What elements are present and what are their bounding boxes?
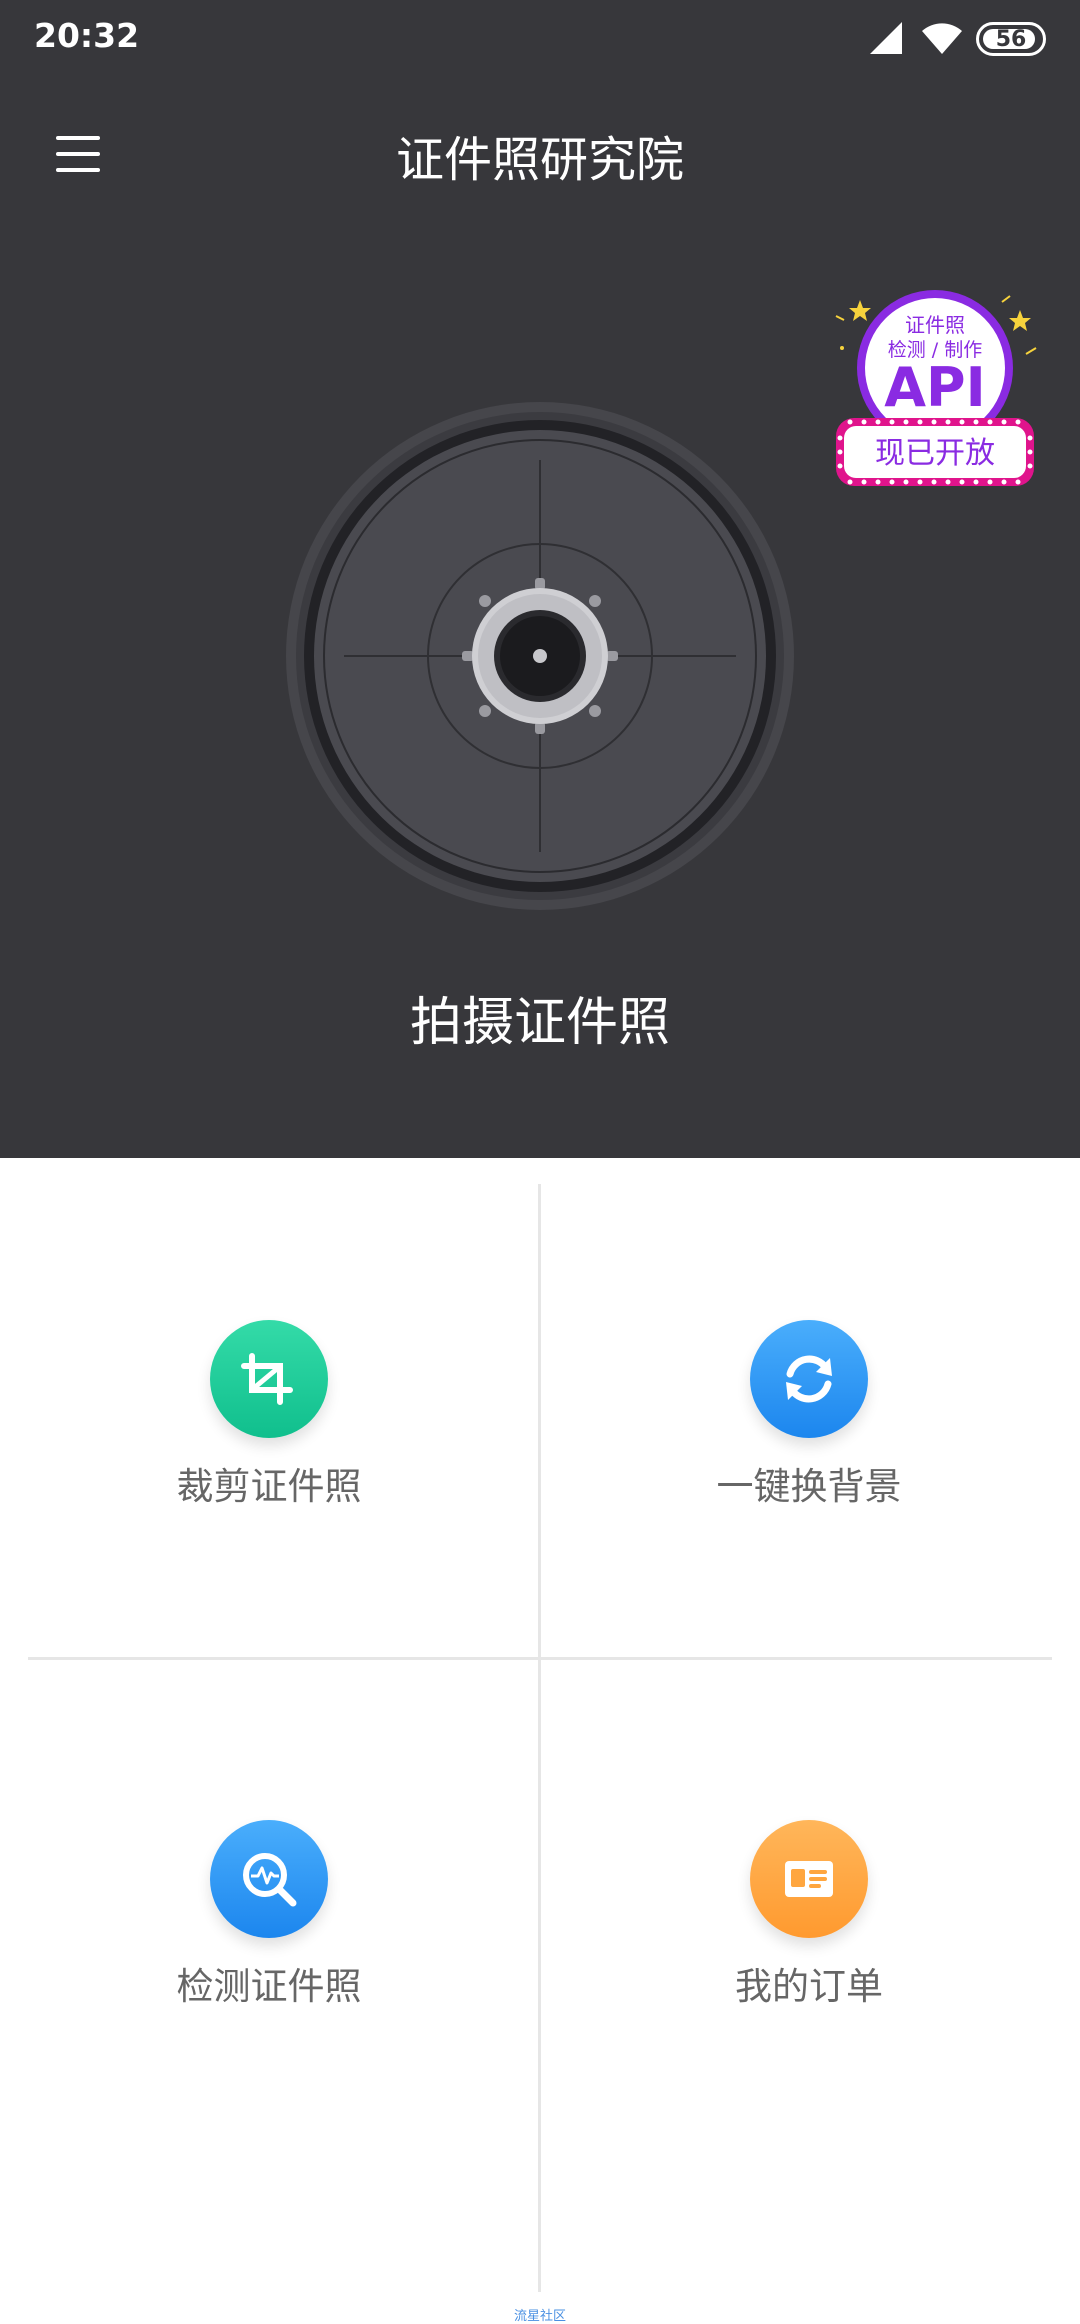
status-time: 20:32 xyxy=(34,16,140,55)
api-promo-badge[interactable]: 证件照 检测 / 制作 API 现已开放 xyxy=(830,288,1040,498)
status-bar: 20:32 56 xyxy=(0,0,1080,80)
refresh-icon xyxy=(750,1320,868,1438)
header-area: 20:32 56 证件照研究院 证件照 检测 / 制作 API 现已开放 拍摄证… xyxy=(0,0,1080,1158)
watermark-text: 流星社区 xyxy=(513,2309,566,2324)
camera-lens-icon[interactable] xyxy=(284,400,796,912)
id-card-icon xyxy=(750,1820,868,1938)
api-badge-line1: 证件照 xyxy=(905,313,965,337)
capture-photo-button[interactable]: 拍摄证件照 xyxy=(0,980,1080,1055)
feature-grid: 裁剪证件照 一键换背景 检测证件照 我的订单 流星社区 xyxy=(0,1158,1080,2324)
battery-level: 56 xyxy=(995,26,1027,52)
change-background-label: 一键换背景 xyxy=(716,1465,902,1508)
api-badge-line4: 现已开放 xyxy=(875,436,995,471)
detect-photo-label: 检测证件照 xyxy=(176,1965,362,2008)
my-orders-label: 我的订单 xyxy=(735,1965,883,2008)
my-orders-tile[interactable]: 我的订单 xyxy=(540,1820,1078,2300)
wifi-icon xyxy=(922,23,962,54)
crop-photo-label: 裁剪证件照 xyxy=(176,1465,362,1508)
crop-photo-tile[interactable]: 裁剪证件照 xyxy=(0,1320,538,1800)
crop-icon xyxy=(210,1320,328,1438)
signal-icon xyxy=(870,22,902,54)
detect-photo-tile[interactable]: 检测证件照 xyxy=(0,1820,538,2300)
detect-search-icon xyxy=(210,1820,328,1938)
app-title: 证件照研究院 xyxy=(395,132,684,188)
api-badge-line3: API xyxy=(884,356,985,419)
battery-icon: 56 xyxy=(976,22,1046,56)
change-background-tile[interactable]: 一键换背景 xyxy=(540,1320,1078,1800)
